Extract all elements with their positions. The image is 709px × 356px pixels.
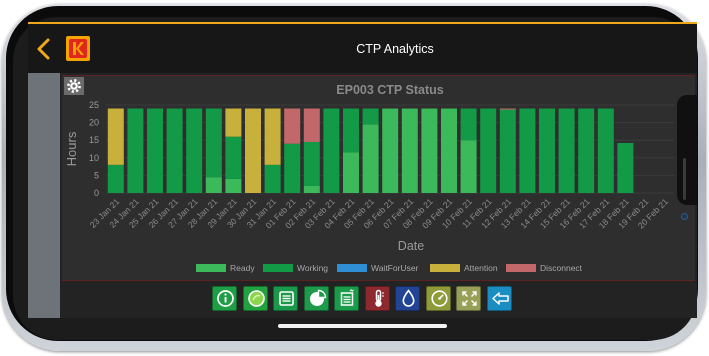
- bar-segment-working[interactable]: [519, 108, 536, 193]
- fullscreen-button[interactable]: [456, 286, 481, 311]
- bar-segment-working[interactable]: [558, 108, 575, 193]
- bar-segment-working[interactable]: [107, 164, 124, 193]
- header-accent-line: [28, 22, 697, 24]
- legend-swatch[interactable]: [337, 264, 367, 272]
- bar-segment-working[interactable]: [617, 143, 634, 193]
- y-tick-label: 0: [94, 188, 99, 198]
- info-icon: [217, 290, 234, 307]
- status-chart: EP003 CTP Status Hours Date 051015202523…: [64, 83, 675, 273]
- legend-label[interactable]: WaitForUser: [371, 263, 419, 273]
- temperature-button[interactable]: [364, 286, 390, 311]
- bar-segment-working[interactable]: [323, 108, 340, 193]
- log-button[interactable]: [334, 286, 359, 311]
- bar-segment-working[interactable]: [225, 136, 242, 179]
- bar-segment-disconnect[interactable]: [499, 108, 516, 110]
- speaker-grille: [683, 158, 686, 200]
- bar-segment-ready[interactable]: [303, 185, 320, 193]
- pie-chart-button[interactable]: [303, 286, 329, 311]
- bar-segment-working[interactable]: [480, 108, 497, 193]
- bar-segment-ready[interactable]: [401, 108, 418, 193]
- home-indicator[interactable]: [278, 324, 447, 328]
- info-button[interactable]: [212, 286, 237, 311]
- log-document-icon: [340, 289, 354, 306]
- bar-segment-attention[interactable]: [245, 108, 261, 193]
- y-axis-title: Hours: [64, 131, 79, 166]
- legend-label[interactable]: Disconnect: [540, 263, 583, 273]
- bar-segment-disconnect[interactable]: [284, 108, 301, 144]
- list-button[interactable]: [273, 286, 298, 311]
- gear-icon: [67, 79, 81, 93]
- bar-segment-working[interactable]: [578, 108, 595, 193]
- y-tick-label: 20: [89, 118, 99, 128]
- bar-segment-working[interactable]: [343, 108, 359, 153]
- bar-segment-working[interactable]: [597, 108, 614, 193]
- bar-segment-working[interactable]: [499, 109, 516, 193]
- chart-panel: EP003 CTP Status Hours Date 0 5 10 15 20 25 23…: [62, 75, 695, 281]
- chevron-left-icon: [37, 38, 50, 60]
- pie-chart-icon: [309, 289, 326, 306]
- bar-segment-attention[interactable]: [225, 108, 242, 137]
- bar-segment-attention[interactable]: [107, 108, 124, 165]
- phone-notch: [677, 95, 697, 205]
- legend-label[interactable]: Working: [297, 263, 328, 273]
- bar-segment-ready[interactable]: [205, 177, 222, 193]
- back-button[interactable]: [34, 37, 54, 61]
- bar-segment-working[interactable]: [127, 108, 144, 193]
- thermometer-icon: [374, 289, 384, 307]
- status-button[interactable]: [242, 286, 268, 311]
- legend-swatch[interactable]: [506, 264, 536, 272]
- bar-segment-ready[interactable]: [382, 108, 399, 193]
- bar-segment-working[interactable]: [362, 108, 379, 125]
- kodak-logo: [66, 36, 90, 61]
- y-tick-label: 5: [94, 170, 99, 180]
- droplet-icon: [402, 289, 415, 307]
- legend-label[interactable]: Attention: [464, 263, 498, 273]
- gauge-icon: [430, 290, 448, 307]
- bottom-toolbar: [212, 286, 512, 311]
- bar-segment-ready[interactable]: [460, 140, 477, 193]
- legend-swatch[interactable]: [196, 264, 226, 272]
- legend-swatch[interactable]: [263, 264, 293, 272]
- bar-segment-ready[interactable]: [343, 152, 359, 193]
- expand-arrows-icon: [462, 291, 477, 306]
- bar-segment-working[interactable]: [166, 108, 183, 193]
- y-tick-label: 25: [89, 100, 99, 110]
- front-camera: [681, 213, 688, 220]
- bar-segment-working[interactable]: [284, 143, 301, 193]
- bar-segment-ready[interactable]: [441, 108, 457, 193]
- x-axis-title: Date: [398, 239, 424, 253]
- bar-segment-working[interactable]: [539, 108, 555, 193]
- y-tick-label: 10: [89, 153, 99, 163]
- bar-segment-working[interactable]: [460, 108, 477, 141]
- bar-segment-working[interactable]: [186, 108, 203, 193]
- performance-button[interactable]: [425, 286, 451, 311]
- list-icon: [279, 291, 294, 306]
- page-title: CTP Analytics: [356, 42, 434, 56]
- bar-segment-ready[interactable]: [421, 108, 438, 193]
- bar-segment-working[interactable]: [303, 141, 320, 186]
- exit-button[interactable]: [486, 286, 512, 311]
- bar-segment-working[interactable]: [264, 164, 281, 193]
- settings-button[interactable]: [64, 77, 84, 95]
- bar-segment-ready[interactable]: [362, 124, 379, 193]
- legend-swatch[interactable]: [430, 264, 460, 272]
- chart-title: EP003 CTP Status: [336, 83, 444, 97]
- bar-segment-ready[interactable]: [225, 178, 242, 193]
- sidebar-panel: [28, 73, 60, 318]
- bar-segment-working[interactable]: [147, 108, 163, 193]
- humidity-button[interactable]: [395, 286, 420, 311]
- legend-label[interactable]: Ready: [230, 263, 255, 273]
- status-circle-icon: [247, 290, 265, 307]
- bar-segment-attention[interactable]: [264, 108, 281, 165]
- bar-segment-working[interactable]: [205, 108, 222, 178]
- bar-segment-disconnect[interactable]: [303, 108, 320, 142]
- y-tick-label: 15: [89, 135, 99, 145]
- back-arrow-icon: [491, 292, 509, 305]
